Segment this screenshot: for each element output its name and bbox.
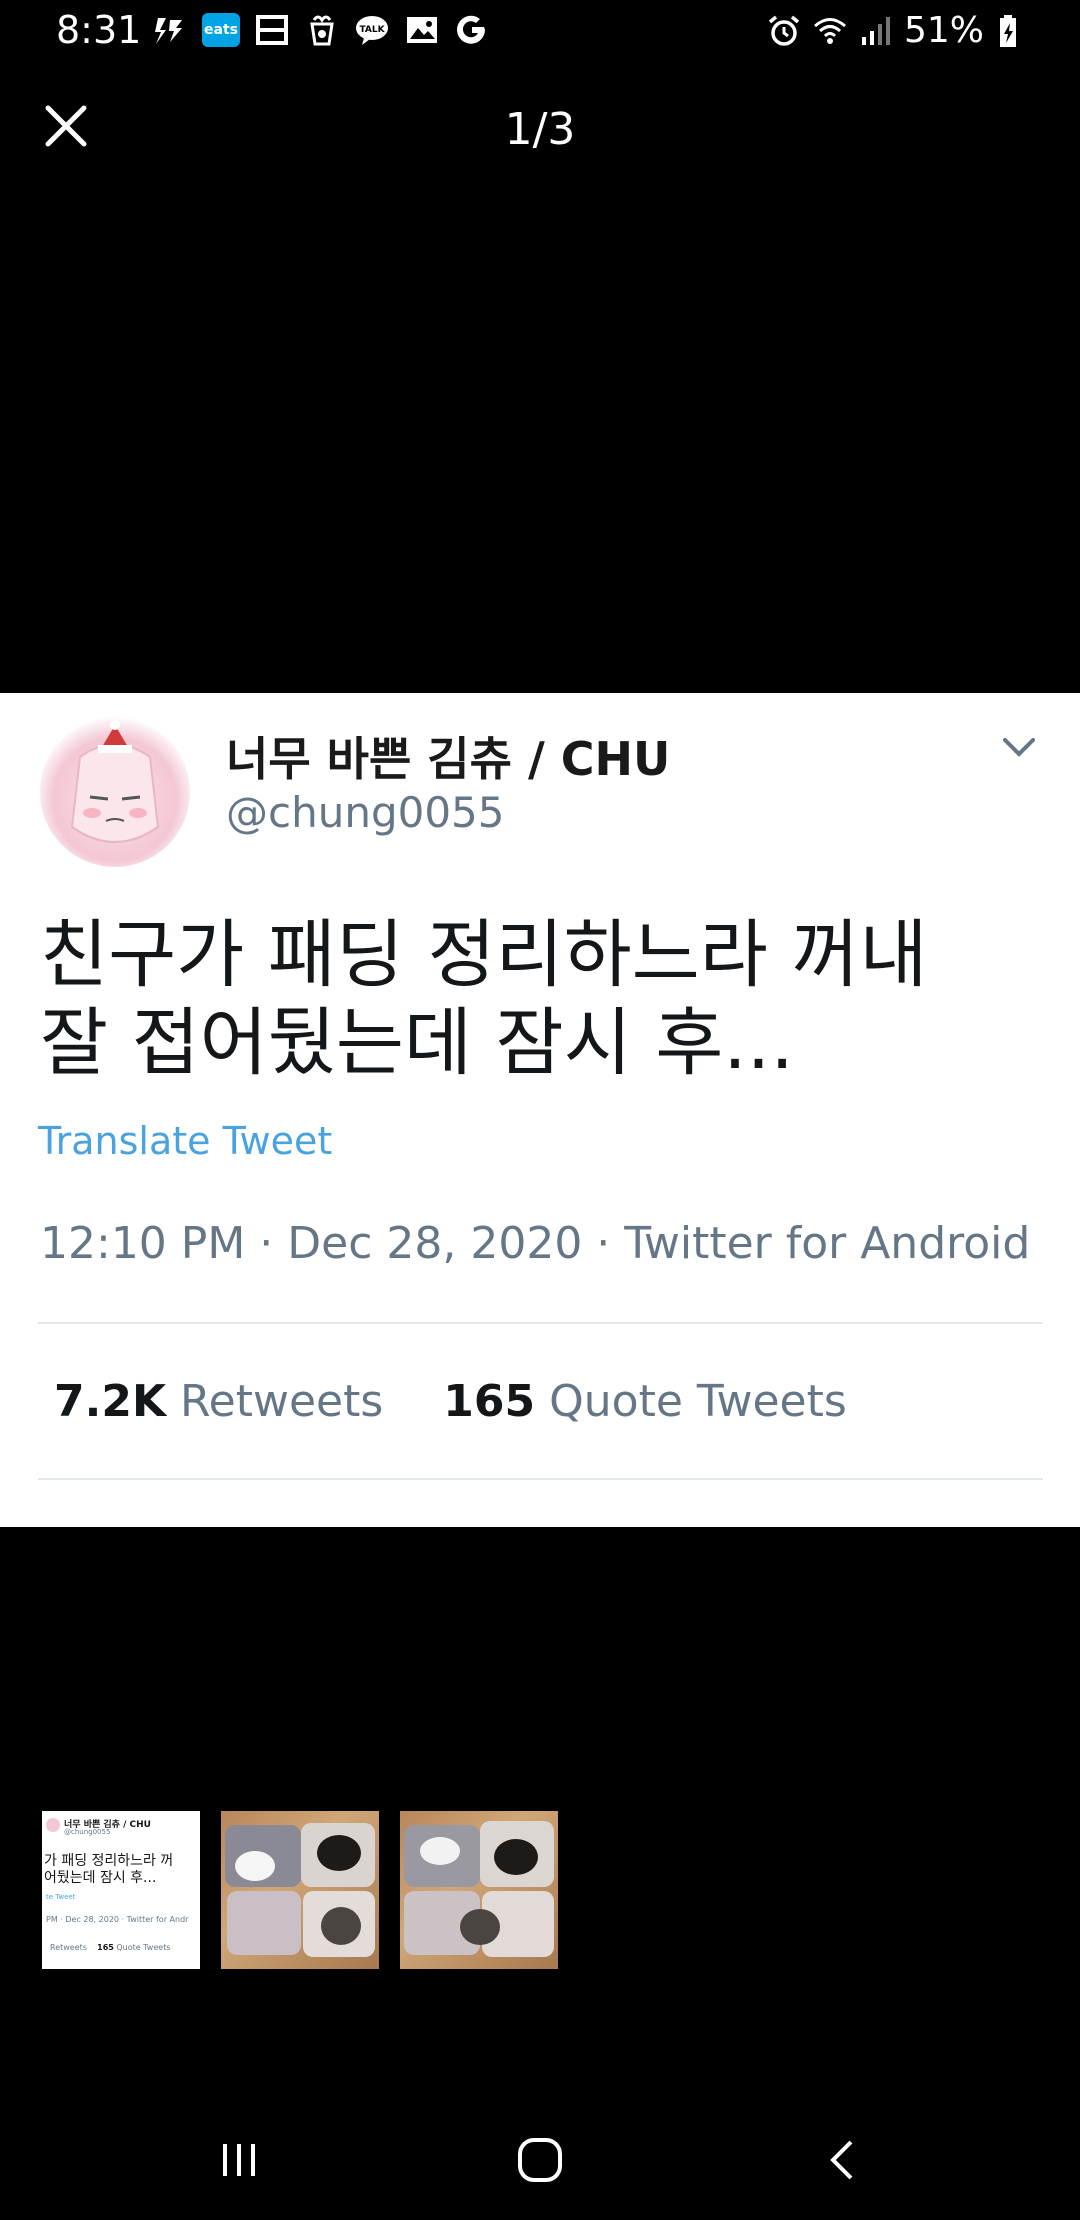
thumb-quotes-count: 165 [97,1943,114,1952]
navigation-bar [0,2100,1080,2220]
wifi-icon [812,13,848,49]
thumb-stats: Retweets 165 Quote Tweets [50,1943,171,1952]
cat [460,1909,500,1945]
close-button[interactable] [36,96,96,156]
retweets-stat: 7.2K Retweets [54,1376,383,1427]
quotes-count: 165 [443,1376,536,1427]
cat [321,1907,361,1945]
author-handle: @chung0055 [226,788,505,837]
author-avatar [40,717,190,867]
thumbnail-2[interactable] [221,1811,379,1969]
tweet-text: 친구가 패딩 정리하느라 꺼내 잘 접어뒀는데 잠시 후... [40,911,1040,1087]
tweet-menu [994,723,1044,773]
thumbnail-strip: 너무 바쁜 김츄 / CHU @chung0055 가 패딩 정리하느라 꺼 어… [42,1811,558,1969]
system-icons: 51% [766,10,1030,51]
tweet-stats: 7.2K Retweets 165 Quote Tweets [54,1376,847,1427]
thumb-meta: PM · Dec 28, 2020 · Twitter for Andr [46,1915,189,1924]
thumb-text-line-1: 가 패딩 정리하느라 꺼 [44,1853,174,1869]
eats-app-icon: eats [202,13,240,47]
calendar-icon [254,12,290,48]
tweet-meta: 12:10 PM · Dec 28, 2020 · Twitter for An… [40,1218,1031,1269]
thumb-text-line-2: 어뒀는데 잠시 후... [44,1870,157,1886]
avatar [46,1818,60,1832]
close-icon [45,105,87,147]
recent-apps-button[interactable] [204,2130,274,2190]
quotes-stat: 165 Quote Tweets [443,1376,847,1427]
status-time: 8:31 [56,8,142,52]
cat [317,1835,361,1871]
notification-icons: eats TALK [152,12,490,48]
main-image[interactable]: 너무 바쁜 김츄 / CHU @chung0055 친구가 패딩 정리하느라 꺼… [0,693,1080,1527]
status-bar: 8:31 eats TALK 51% [0,0,1080,64]
page-counter: 1/3 [504,104,576,155]
thumb-quotes-label: Quote Tweets [116,1943,171,1952]
svg-text:TALK: TALK [359,25,385,35]
padding-jacket [227,1891,301,1955]
divider [38,1478,1043,1480]
author-name: 너무 바쁜 김츄 / CHU [226,732,671,786]
divider [38,1322,1043,1324]
thumbnail-1[interactable]: 너무 바쁜 김츄 / CHU @chung0055 가 패딩 정리하느라 꺼 어… [42,1811,200,1969]
signal-icon [858,13,894,49]
thumb-tweet-text: 가 패딩 정리하느라 꺼 어뒀는데 잠시 후... [44,1853,200,1887]
google-icon [454,12,490,48]
gallery-icon [404,12,440,48]
recent-apps-icon [223,2144,255,2176]
cat [420,1837,460,1865]
cat [235,1851,275,1881]
thumb-translate-link: te Tweet [46,1893,76,1901]
home-icon [518,2138,562,2182]
retweets-label: Retweets [180,1376,384,1427]
back-button[interactable] [808,2130,878,2190]
home-button[interactable] [505,2130,575,2190]
cup-icon [304,12,340,48]
quotes-label: Quote Tweets [549,1376,847,1427]
tweet-text-line-2: 잘 접어뒀는데 잠시 후... [40,1000,794,1086]
battery-percent: 51% [903,10,984,51]
tweet-text-line-1: 친구가 패딩 정리하느라 꺼내 [40,912,928,998]
back-icon [830,2140,853,2180]
kakaotalk-icon: TALK [354,12,390,48]
thumb-author-handle: @chung0055 [64,1828,111,1836]
battery-icon [994,13,1030,49]
chevron-down-icon [1003,738,1035,757]
thumb-retweets-label: Retweets [50,1943,87,1952]
cat [494,1839,538,1875]
flash-icon [152,12,188,48]
retweets-count: 7.2K [54,1376,167,1427]
translate-tweet-link: Translate Tweet [38,1119,333,1163]
thumbnail-3[interactable] [400,1811,558,1969]
alarm-icon [766,13,802,49]
